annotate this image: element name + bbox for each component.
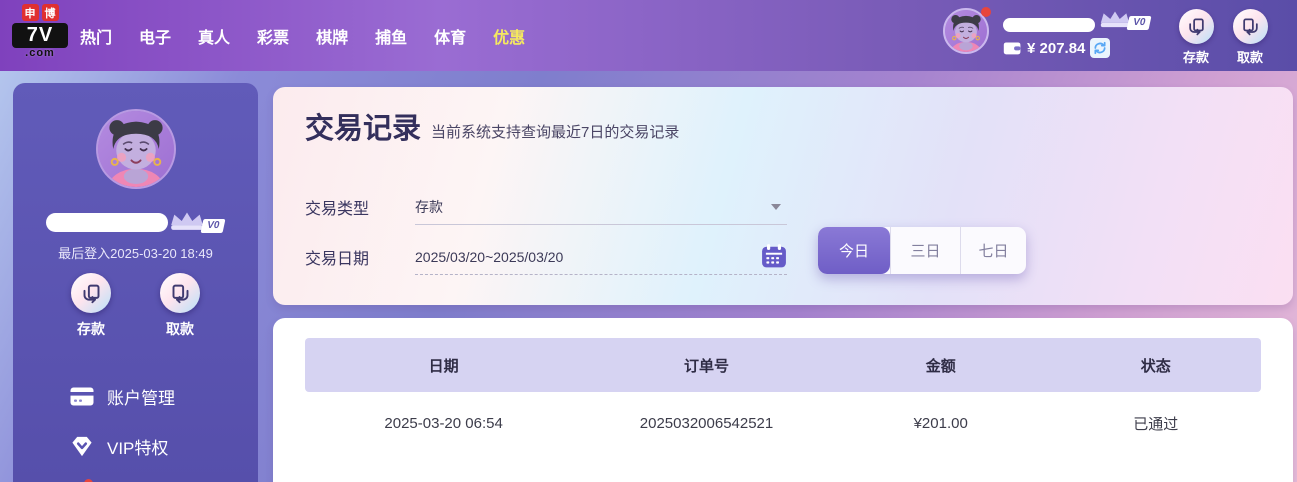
col-date: 日期 (305, 355, 582, 376)
vip-crown: V0 (168, 211, 224, 233)
nav-live[interactable]: 真人 (198, 24, 230, 48)
logo-char-2: 博 (42, 4, 59, 21)
top-bar: 申 博 7V .com 热门 电子 真人 彩票 棋牌 捕鱼 体育 优惠 (0, 0, 1297, 71)
sidebar-menu: 账户管理 VIP特权 红利红包 (70, 371, 248, 482)
col-status: 状态 (1051, 355, 1261, 376)
sidebar-avatar[interactable] (96, 109, 176, 189)
logo-char-1: 申 (22, 4, 39, 21)
sidebar-item-label: VIP特权 (107, 434, 168, 459)
cell-status: 已通过 (1051, 413, 1261, 434)
nav-sports[interactable]: 体育 (434, 24, 466, 48)
table-row: 2025-03-20 06:54 2025032006542521 ¥201.0… (305, 392, 1261, 454)
username-redacted (1003, 18, 1095, 32)
deposit-button-sidebar[interactable]: 存款 (59, 273, 123, 339)
balance-area: ¥ 207.84 (1003, 38, 1110, 58)
page-title: 交易记录 (305, 105, 421, 147)
main-nav: 热门 电子 真人 彩票 棋牌 捕鱼 体育 优惠 (80, 0, 525, 71)
table-header: 日期 订单号 金额 状态 (305, 338, 1261, 392)
chevron-down-icon (771, 204, 781, 210)
sidebar-item-label: 账户管理 (107, 384, 175, 409)
sidebar-item-bonus[interactable]: 红利红包 (70, 471, 248, 482)
nav-cards[interactable]: 棋牌 (316, 24, 348, 48)
range-7day-button[interactable]: 七日 (960, 227, 1026, 274)
date-range-segment: 今日 三日 七日 (818, 227, 1026, 274)
sidebar: V0 最后登入2025-03-20 18:49 存款 取款 (13, 83, 258, 482)
type-selected-value: 存款 (415, 197, 443, 217)
sidebar-user-row: V0 (13, 211, 258, 233)
type-select[interactable]: 存款 (415, 189, 787, 225)
refresh-balance-button[interactable] (1090, 38, 1110, 58)
range-3day-button[interactable]: 三日 (890, 227, 960, 274)
avatar-illustration (945, 10, 987, 52)
transaction-table-card: 日期 订单号 金额 状态 2025-03-20 06:54 2025032006… (273, 318, 1293, 482)
date-filter-label: 交易日期 (305, 245, 415, 269)
col-amount: 金额 (831, 355, 1051, 376)
withdraw-label: 取款 (148, 319, 212, 339)
sidebar-item-vip[interactable]: VIP特权 (70, 421, 248, 471)
cell-date: 2025-03-20 06:54 (305, 415, 582, 432)
cell-order-no: 2025032006542521 (582, 415, 831, 432)
date-range-value: 2025/03/20~2025/03/20 (415, 249, 563, 265)
logo-brand: 7V (12, 23, 68, 48)
vip-diamond-icon (70, 435, 94, 458)
logo-tld: .com (12, 48, 68, 59)
balance-amount: ¥ 207.84 (1027, 40, 1085, 57)
calendar-icon (761, 243, 787, 269)
main-content: 交易记录 当前系统支持查询最近7日的交易记录 交易类型 存款 交易日期 2025… (273, 87, 1293, 482)
filter-date-row: 交易日期 2025/03/20~2025/03/20 (305, 239, 787, 275)
nav-hot[interactable]: 热门 (80, 24, 112, 48)
vip-level-badge: V0 (1127, 16, 1152, 30)
calendar-button[interactable] (761, 243, 787, 269)
page-subtitle: 当前系统支持查询最近7日的交易记录 (431, 121, 679, 147)
withdraw-icon (1241, 17, 1260, 36)
col-order-no: 订单号 (582, 355, 831, 376)
sidebar-item-account[interactable]: 账户管理 (70, 371, 248, 421)
avatar-illustration (98, 111, 174, 187)
wallet-icon (1003, 40, 1022, 56)
withdraw-button-sidebar[interactable]: 取款 (148, 273, 212, 339)
transaction-filter-card: 交易记录 当前系统支持查询最近7日的交易记录 交易类型 存款 交易日期 2025… (273, 87, 1293, 305)
vip-crown: V0 (1098, 10, 1150, 30)
refresh-icon (1093, 41, 1107, 55)
withdraw-icon (170, 283, 191, 304)
nav-promotions[interactable]: 优惠 (493, 24, 525, 48)
nav-fishing[interactable]: 捕鱼 (375, 24, 407, 48)
site-logo[interactable]: 申 博 7V .com (12, 4, 68, 59)
date-range-input[interactable]: 2025/03/20~2025/03/20 (415, 239, 787, 275)
withdraw-button-top[interactable]: 取款 (1224, 9, 1276, 66)
cell-amount: ¥201.00 (831, 415, 1051, 432)
deposit-label: 存款 (1170, 47, 1222, 66)
vip-level-badge: V0 (201, 219, 226, 233)
range-today-button[interactable]: 今日 (818, 227, 890, 274)
filter-type-row: 交易类型 存款 (305, 189, 787, 225)
username-redacted (46, 213, 168, 232)
deposit-button-top[interactable]: 存款 (1170, 9, 1222, 66)
deposit-icon (1187, 17, 1206, 36)
withdraw-label: 取款 (1224, 47, 1276, 66)
type-filter-label: 交易类型 (305, 195, 415, 219)
deposit-label: 存款 (59, 319, 123, 339)
nav-slots[interactable]: 电子 (139, 24, 171, 48)
deposit-icon (81, 283, 102, 304)
nav-lottery[interactable]: 彩票 (257, 24, 289, 48)
last-login-text: 最后登入2025-03-20 18:49 (13, 243, 258, 262)
bank-card-icon (70, 387, 94, 406)
notification-dot (981, 7, 991, 17)
